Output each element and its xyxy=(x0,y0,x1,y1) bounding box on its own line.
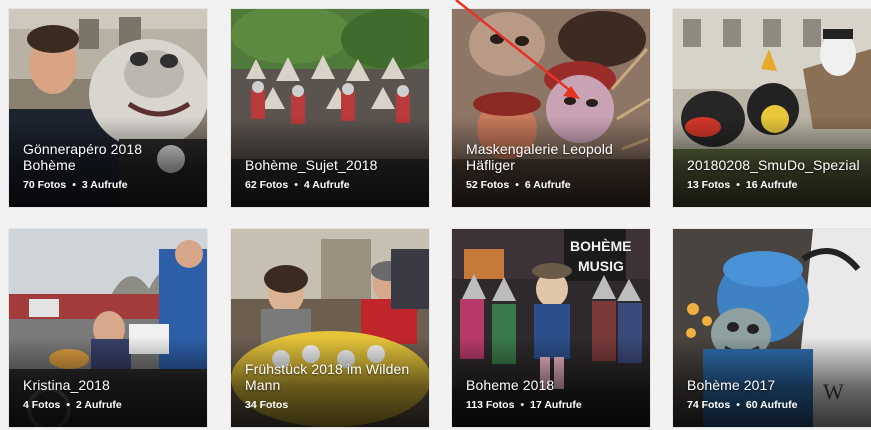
album-title: Boheme 2018 xyxy=(466,377,555,393)
photo-count: 62 Fotos xyxy=(245,179,289,191)
album-title: Maskengalerie Leopold Häfliger xyxy=(466,141,613,173)
album-title: Gönnerapéro 2018 Bohème xyxy=(23,141,143,173)
album-tile-7[interactable]: BOHÈME MUSIG Boheme 2018 113 Fotos • 17 Au… xyxy=(452,229,650,427)
album-meta: 52 Fotos • 6 Aufrufe xyxy=(466,179,640,191)
album-meta: 13 Fotos • 16 Aufrufe xyxy=(687,179,861,191)
album-tile-6[interactable]: Frühstück 2018 im Wilden Mann 34 Fotos xyxy=(231,229,429,427)
album-caption: Kristina_2018 4 Fotos • 2 Aufrufe xyxy=(23,377,197,411)
svg-text:BOHÈME: BOHÈME xyxy=(570,238,631,254)
view-count: 17 Aufrufe xyxy=(530,399,582,411)
album-caption: Frühstück 2018 im Wilden Mann 34 Fotos xyxy=(245,361,419,411)
album-caption: Maskengalerie Leopold Häfliger 52 Fotos •… xyxy=(466,141,640,191)
album-tile-3[interactable]: Maskengalerie Leopold Häfliger 52 Fotos •… xyxy=(452,9,650,207)
photo-count: 13 Fotos xyxy=(687,179,731,191)
view-count: 4 Aufrufe xyxy=(303,179,350,191)
photo-count: 34 Fotos xyxy=(245,399,289,411)
album-title: Kristina_2018 xyxy=(23,377,110,393)
view-count: 3 Aufrufe xyxy=(81,179,128,191)
album-caption: 20180208_SmuDo_Spezial 13 Fotos • 16 Aufru… xyxy=(687,157,861,191)
album-title: 20180208_SmuDo_Spezial xyxy=(687,157,860,173)
album-caption: Boheme 2018 113 Fotos • 17 Aufrufe xyxy=(466,377,640,411)
meta-separator: • xyxy=(736,179,740,191)
photo-count: 52 Fotos xyxy=(466,179,510,191)
album-meta: 34 Fotos xyxy=(245,399,419,411)
album-meta: 62 Fotos • 4 Aufrufe xyxy=(245,179,419,191)
album-tile-8[interactable]: W Bohème 2017 74 Fotos•60 Aufrufe xyxy=(673,229,871,427)
view-count: 16 Aufrufe xyxy=(745,179,798,191)
view-count: 60 Aufrufe xyxy=(745,399,798,411)
photo-count: 70 Fotos xyxy=(23,179,67,191)
view-count: 2 Aufrufe xyxy=(76,399,122,411)
meta-separator: • xyxy=(736,399,740,411)
album-caption: Bohème_Sujet_2018 62 Fotos • 4 Aufrufe xyxy=(245,157,419,191)
album-title: Frühstück 2018 im Wilden Mann xyxy=(245,361,410,393)
album-meta: 113 Fotos • 17 Aufrufe xyxy=(466,399,640,411)
album-tile-5[interactable]: Kristina_2018 4 Fotos • 2 Aufrufe xyxy=(9,229,207,427)
photo-count: 4 Fotos xyxy=(23,399,61,411)
photo-count: 74 Fotos xyxy=(687,399,731,411)
svg-text:MUSIG: MUSIG xyxy=(578,258,624,274)
album-caption: Bohème 2017 74 Fotos • 60 Aufrufe xyxy=(687,377,861,411)
meta-separator: • xyxy=(294,179,298,191)
album-tile-1[interactable]: Gönnerapéro 2018 Bohème 70 Fotos • 3 Aufru… xyxy=(9,9,207,207)
photo-count: 113 Fotos xyxy=(466,399,515,411)
album-meta: 4 Fotos • 2 Aufrufe xyxy=(23,399,197,411)
album-meta: 70 Fotos • 3 Aufrufe xyxy=(23,179,197,191)
album-title: Bohème 2017 xyxy=(687,377,776,393)
meta-separator: • xyxy=(520,399,525,411)
view-count: 6 Aufrufe xyxy=(524,179,571,191)
album-meta: 74 Fotos • 60 Aufrufe xyxy=(687,399,861,411)
album-caption: Gönnerapéro 2018 Bohème 70 Fotos • 3 Aufru… xyxy=(23,141,197,191)
album-title: Bohème_Sujet_2018 xyxy=(245,157,378,173)
meta-separator: • xyxy=(515,179,519,191)
album-tile-2[interactable]: Bohème_Sujet_2018 62 Fotos • 4 Aufrufe xyxy=(231,9,429,207)
meta-separator: • xyxy=(72,179,76,191)
album-tile-4[interactable]: 20180208_SmuDo_Spezial 13 Fotos • 16 Aufru… xyxy=(673,9,871,207)
meta-separator: • xyxy=(66,399,71,411)
